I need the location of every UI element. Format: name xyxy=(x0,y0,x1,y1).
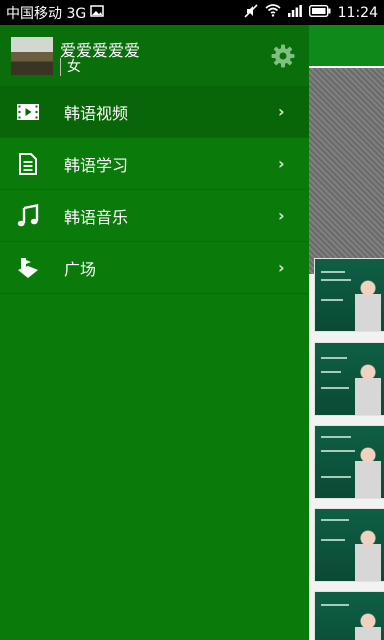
menu-item-label: 韩语音乐 xyxy=(64,207,129,227)
menu-item-square[interactable]: 广场 › xyxy=(0,242,309,294)
chevron-right-icon: › xyxy=(278,206,285,225)
image-notification-icon xyxy=(90,4,104,21)
video-icon xyxy=(16,100,40,124)
video-thumbnail[interactable] xyxy=(314,258,384,332)
main-header-bar xyxy=(309,25,384,68)
banner-image[interactable] xyxy=(309,68,384,274)
menu-item-korean-video[interactable]: 韩语视频 › xyxy=(0,86,309,138)
wifi-icon xyxy=(265,4,281,21)
chevron-right-icon: › xyxy=(278,258,285,277)
music-icon xyxy=(16,203,40,228)
clock: 11:24 xyxy=(337,4,378,21)
video-thumbnail[interactable] xyxy=(314,508,384,582)
chevron-right-icon: › xyxy=(278,154,285,173)
menu-item-korean-music[interactable]: 韩语音乐 › xyxy=(0,190,309,242)
menu-item-korean-study[interactable]: 韩语学习 › xyxy=(0,138,309,190)
carrier-label: 中国移动 3G xyxy=(6,5,87,22)
menu-item-label: 韩语视频 xyxy=(64,103,129,123)
video-thumbnail[interactable] xyxy=(314,425,384,499)
menu-item-label: 广场 xyxy=(64,259,97,279)
document-icon xyxy=(16,152,40,176)
chevron-right-icon: › xyxy=(278,102,285,121)
mute-icon xyxy=(244,3,258,22)
video-thumbnail[interactable] xyxy=(314,342,384,416)
main-content-peek[interactable] xyxy=(309,25,384,640)
square-icon xyxy=(16,256,40,280)
battery-icon xyxy=(308,4,331,21)
navigation-drawer: 爱爱爱爱爱 女 韩语视频 › 韩语学习 › 韩语音乐 › 广场 › xyxy=(0,25,309,640)
menu-item-label: 韩语学习 xyxy=(64,155,129,175)
gear-icon[interactable] xyxy=(270,43,296,69)
avatar[interactable] xyxy=(11,37,53,75)
gender-label: 女 xyxy=(60,58,81,76)
signal-icon xyxy=(287,4,302,21)
status-bar: 中国移动 3G 11:24 xyxy=(0,0,384,25)
video-thumbnail[interactable] xyxy=(314,591,384,640)
profile-header[interactable]: 爱爱爱爱爱 女 xyxy=(0,25,309,86)
